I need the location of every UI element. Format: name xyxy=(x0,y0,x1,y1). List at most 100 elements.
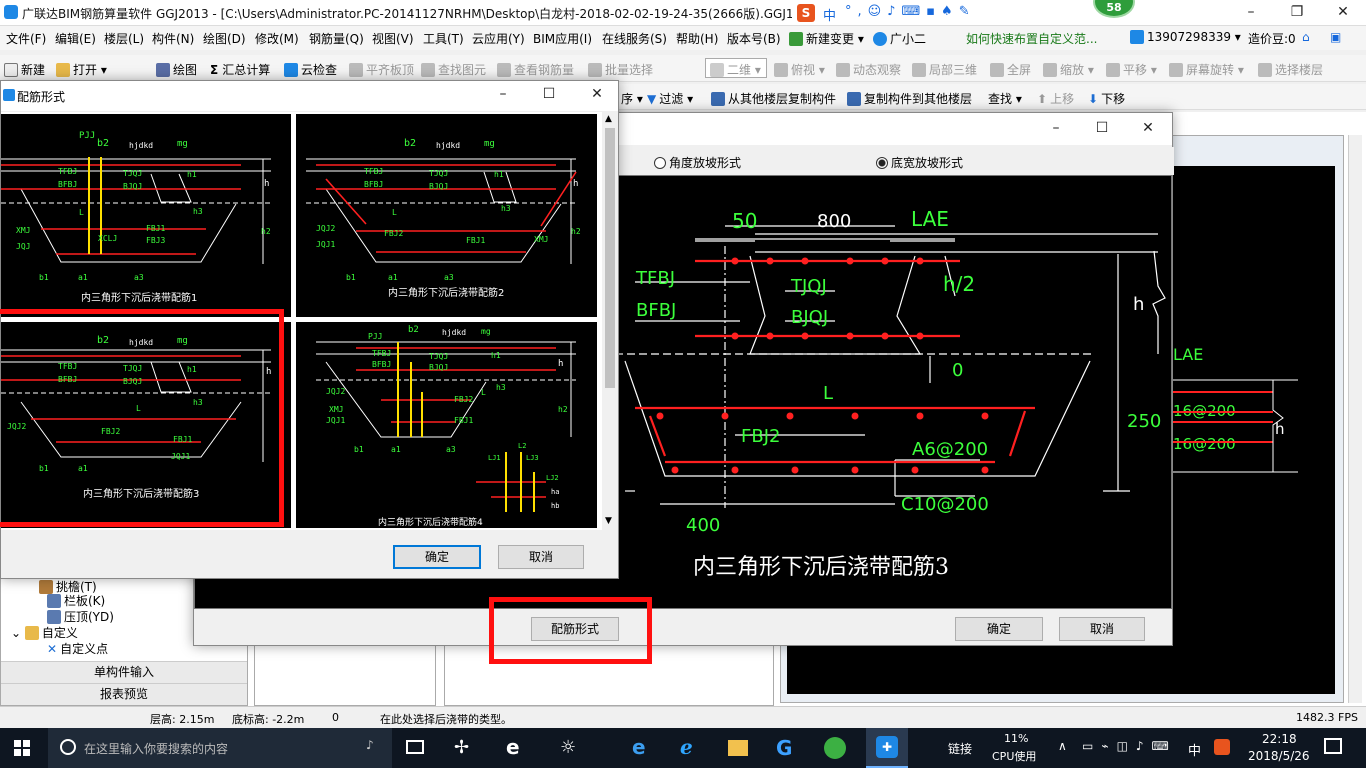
batch-select-button[interactable]: 批量选择 xyxy=(588,61,653,78)
clock-time[interactable]: 22:18 xyxy=(1262,732,1297,746)
top-view-button[interactable]: 俯视 ▾ xyxy=(774,61,825,78)
view-rebar-qty-label: 查看钢筋量 xyxy=(514,63,575,77)
thumbnail-2[interactable]: b2 hjdkd mg TFBJ TJQJ BFBJ BJQJ h1 h h3 … xyxy=(296,114,597,317)
active-app-icon[interactable]: ✚ xyxy=(866,728,908,768)
new-change-button[interactable]: 新建变更 ▾ xyxy=(789,30,864,47)
tree-item-custom[interactable]: ⌄ 自定义 xyxy=(11,624,78,641)
sort-button[interactable]: 序 ▾ xyxy=(621,90,643,107)
beans-icon[interactable]: ⌂ xyxy=(1302,30,1310,44)
back-dialog-minimize-button[interactable]: – xyxy=(1033,116,1079,142)
account-button[interactable]: 13907298339 ▾ xyxy=(1130,30,1241,44)
move-down-button[interactable]: ⬇ 下移 xyxy=(1088,90,1125,107)
front-dialog-close-button[interactable]: ✕ xyxy=(574,82,620,108)
taskbar-search-box[interactable]: 在这里输入你要搜索的内容 ♪ xyxy=(48,728,392,768)
menu-bim[interactable]: BIM应用(I) xyxy=(533,30,592,47)
menu-tools[interactable]: 工具(T) xyxy=(423,30,464,47)
sogou-ime-bar[interactable]: S 中 °,☺♪⌨▪♠✎ xyxy=(795,2,1000,24)
report-preview-button[interactable]: 报表预览 xyxy=(1,683,247,705)
file-explorer-icon[interactable] xyxy=(728,740,748,756)
panel-toggle-icon[interactable]: ▣ xyxy=(1330,30,1341,44)
assistant-button[interactable]: 广小二 xyxy=(873,30,926,47)
draw-button[interactable]: 绘图 xyxy=(156,61,197,78)
select-floor-button[interactable]: 选择楼层 xyxy=(1258,61,1323,78)
thumbnail-1[interactable]: PJJ b2 hjdkd mg TFBJ TJQJ BFBJ BJQJ h1 h… xyxy=(1,114,291,317)
green-browser-icon[interactable] xyxy=(824,737,846,759)
canvas-scrollbar[interactable] xyxy=(1348,135,1362,703)
menu-floor[interactable]: 楼层(L) xyxy=(104,30,144,47)
menu-draw[interactable]: 绘图(D) xyxy=(203,30,246,47)
radio-angle-slope[interactable]: 角度放坡形式 xyxy=(654,154,741,171)
tree-item-coping[interactable]: 压顶(YD) xyxy=(47,608,114,625)
glodon-g-icon[interactable]: G xyxy=(776,736,792,760)
summary-calc-button[interactable]: Σ 汇总计算 xyxy=(210,61,270,78)
ie-icon[interactable]: e xyxy=(506,735,520,759)
front-dialog-minimize-button[interactable]: – xyxy=(480,82,526,108)
menu-view[interactable]: 视图(V) xyxy=(372,30,414,47)
copy-to-floor-button[interactable]: 复制构件到其他楼层 xyxy=(847,90,972,107)
menu-version[interactable]: 版本号(B) xyxy=(727,30,781,47)
move-up-button[interactable]: ⬆ 上移 xyxy=(1037,90,1074,107)
find-button[interactable]: 查找 ▾ xyxy=(988,90,1022,107)
edge-icon[interactable]: e xyxy=(632,735,646,759)
scroll-thumb[interactable] xyxy=(605,128,615,388)
thumbnail-area: PJJ b2 hjdkd mg TFBJ TJQJ BFBJ BJQJ h1 h… xyxy=(0,112,602,530)
t4-hb: hb xyxy=(551,502,560,510)
menu-cloud[interactable]: 云应用(Y) xyxy=(472,30,525,47)
single-input-button[interactable]: 单构件输入 xyxy=(1,661,247,683)
tray-expand-icon[interactable]: ∧ xyxy=(1058,739,1067,753)
zoom-button[interactable]: 缩放 ▾ xyxy=(1043,61,1094,78)
tray-icons[interactable]: ▭⌁◫♪⌨ xyxy=(1082,739,1177,753)
clock-date[interactable]: 2018/5/26 xyxy=(1248,749,1310,763)
cloud-check-button[interactable]: 云检查 xyxy=(284,61,337,78)
scroll-down-arrow[interactable]: ▼ xyxy=(605,516,612,526)
thumbnail-scrollbar[interactable]: ▲ ▼ xyxy=(602,112,618,530)
tray-sogou-icon[interactable] xyxy=(1214,739,1230,755)
menu-component[interactable]: 构件(N) xyxy=(152,30,194,47)
find-element-button[interactable]: 查找图元 xyxy=(421,61,486,78)
link-label[interactable]: 链接 xyxy=(948,740,972,757)
local-3d-button[interactable]: 局部三维 xyxy=(912,61,977,78)
menu-rebar-qty[interactable]: 钢筋量(Q) xyxy=(309,30,364,47)
notification-badge[interactable]: 58 xyxy=(1093,0,1135,18)
back-dialog-maximize-button[interactable]: ☐ xyxy=(1079,116,1125,142)
radio-bottom-width-slope[interactable]: 底宽放坡形式 xyxy=(876,154,963,171)
front-dialog-maximize-button[interactable]: ☐ xyxy=(526,82,572,108)
menu-online[interactable]: 在线服务(S) xyxy=(602,30,667,47)
tray-ime-label[interactable]: 中 xyxy=(1188,740,1201,759)
open-button[interactable]: 打开 ▾ xyxy=(56,61,107,78)
tree-item-parapet[interactable]: 栏板(K) xyxy=(47,592,105,609)
view-rebar-qty-button[interactable]: 查看钢筋量 xyxy=(497,61,574,78)
front-cancel-button[interactable]: 取消 xyxy=(498,545,584,569)
scroll-up-arrow[interactable]: ▲ xyxy=(605,114,612,124)
minimize-button[interactable]: – xyxy=(1228,0,1274,26)
task-view-icon[interactable] xyxy=(406,740,424,754)
menu-file[interactable]: 文件(F) xyxy=(6,30,46,47)
tip-link[interactable]: 如何快速布置自定义范... xyxy=(966,30,1097,47)
align-slab-top-button[interactable]: 平齐板顶 xyxy=(349,61,414,78)
windows-start-icon[interactable] xyxy=(14,740,30,756)
rotate-screen-button[interactable]: 屏幕旋转 ▾ xyxy=(1169,61,1244,78)
menu-modify[interactable]: 修改(M) xyxy=(255,30,299,47)
back-ok-button[interactable]: 确定 xyxy=(955,617,1043,641)
new-button[interactable]: 新建 xyxy=(4,61,45,78)
copy-from-floor-button[interactable]: 从其他楼层复制构件 xyxy=(711,90,836,107)
notification-center-icon[interactable] xyxy=(1324,738,1342,754)
back-cancel-button[interactable]: 取消 xyxy=(1059,617,1145,641)
restore-button[interactable]: ❐ xyxy=(1274,0,1320,26)
fullscreen-button[interactable]: 全屏 xyxy=(990,61,1031,78)
view-mode-select[interactable]: 二维 ▾ xyxy=(705,58,767,78)
menu-help[interactable]: 帮助(H) xyxy=(676,30,718,47)
dynamic-view-button[interactable]: 动态观察 xyxy=(836,61,901,78)
fan-app-icon[interactable]: ✢ xyxy=(454,737,469,758)
ie-blue-icon[interactable]: ℯ xyxy=(680,735,693,759)
filter-button[interactable]: ▼ 过滤 ▾ xyxy=(647,90,693,107)
sync-app-icon[interactable]: ☼ xyxy=(560,737,576,758)
front-ok-button[interactable]: 确定 xyxy=(393,545,481,569)
back-dialog-close-button[interactable]: ✕ xyxy=(1125,116,1171,142)
thumbnail-4[interactable]: b2 hjdkd mg PJJ TFBJ TJQJ BFBJ BJQJ h1 h… xyxy=(296,322,597,528)
pan-button[interactable]: 平移 ▾ xyxy=(1106,61,1157,78)
tree-item-custom-point[interactable]: ✕ 自定义点 xyxy=(47,640,108,657)
microphone-icon[interactable]: ♪ xyxy=(366,738,374,752)
close-button[interactable]: ✕ xyxy=(1320,0,1366,26)
menu-edit[interactable]: 编辑(E) xyxy=(55,30,96,47)
